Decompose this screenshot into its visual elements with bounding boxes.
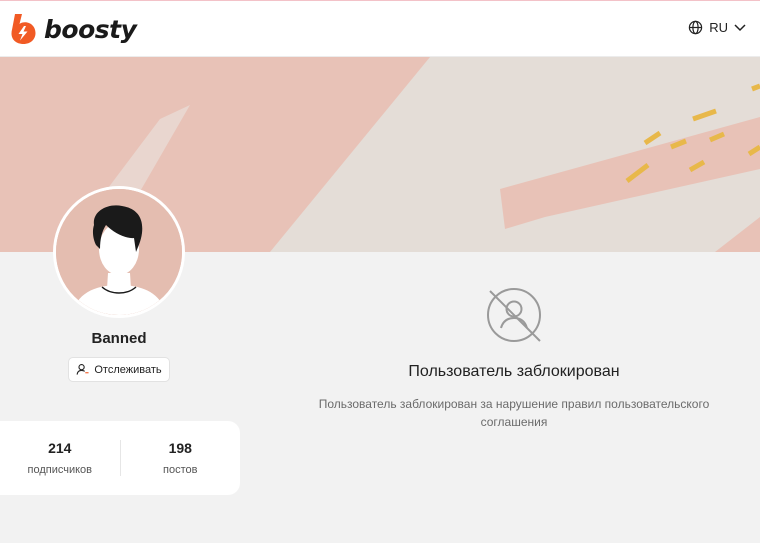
blocked-description: Пользователь заблокирован за нарушение п… xyxy=(318,397,710,429)
profile-username: Banned xyxy=(91,330,147,347)
language-selector[interactable]: RU xyxy=(688,20,746,35)
stat-label: подписчиков xyxy=(27,464,92,476)
chevron-down-icon xyxy=(734,23,746,31)
user-avatar xyxy=(53,186,185,318)
top-bar: boosty RU xyxy=(0,0,760,57)
profile-stats-card: 214 подписчиков 198 постов xyxy=(0,421,240,495)
boosty-logo-icon xyxy=(11,14,36,44)
stat-posts: 198 постов xyxy=(121,421,241,495)
stat-value: 214 xyxy=(48,440,72,456)
boosty-logo[interactable]: boosty xyxy=(8,13,137,45)
follow-button-label: Отслеживать xyxy=(94,363,162,376)
logo-text: boosty xyxy=(44,14,137,44)
follow-user-icon xyxy=(76,364,89,375)
stat-value: 198 xyxy=(168,440,192,456)
stat-subscribers: 214 подписчиков xyxy=(0,421,120,495)
globe-icon xyxy=(689,20,703,35)
follow-button[interactable]: Отслеживать xyxy=(68,357,170,382)
language-label: RU xyxy=(709,20,728,35)
blocked-title: Пользователь заблокирован xyxy=(408,363,620,380)
stat-label: постов xyxy=(163,464,198,476)
default-avatar-illustration xyxy=(56,189,182,315)
blocked-user-icon xyxy=(487,288,541,342)
